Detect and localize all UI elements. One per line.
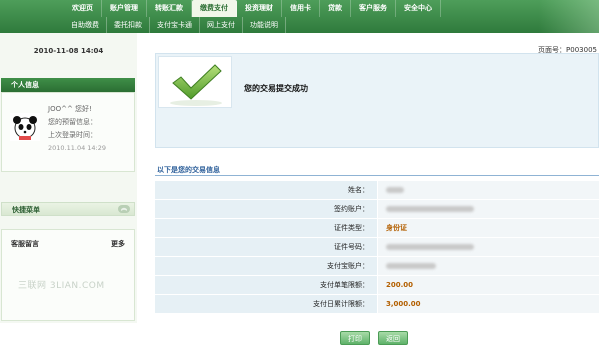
row-label: 支付单笔限额： (155, 276, 378, 294)
value-text: 3,000.00 (386, 300, 421, 308)
row-value (378, 181, 599, 199)
reserved-info-label: 您的预留信息： (48, 118, 97, 126)
row-label: 证件类型： (155, 219, 378, 237)
row-value (378, 257, 599, 275)
subnav-self-payment[interactable]: 自助缴费 (64, 17, 107, 33)
avatar (10, 113, 40, 141)
subnav-alipay-card[interactable]: 支付宝卡通 (150, 17, 200, 33)
row-label: 支付日累计限额： (155, 295, 378, 313)
table-row: 支付宝账户： (155, 257, 599, 276)
value-text: 200.00 (386, 281, 414, 289)
nav-credit-card[interactable]: 信用卡 (282, 0, 320, 17)
watermark: 三联网 3LIAN.COM (18, 281, 105, 291)
row-label: 姓名： (155, 181, 378, 199)
row-label: 支付宝账户： (155, 257, 378, 275)
nav-customer-service[interactable]: 客户服务 (351, 0, 396, 17)
last-login-label: 上次登录时间： (48, 131, 97, 139)
greeting: JOO^^ 您好! (48, 105, 92, 113)
masked-value (386, 206, 474, 212)
transaction-info-title: 以下是您的交易信息 (157, 166, 220, 174)
table-row: 签约账户： (155, 200, 599, 219)
nav-transfer[interactable]: 转账汇款 (147, 0, 192, 17)
row-value: 3,000.00 (378, 295, 599, 313)
subnav-auto-debit[interactable]: 委托扣款 (107, 17, 150, 33)
more-link[interactable]: 更多 (111, 239, 125, 249)
nav-loan[interactable]: 贷款 (320, 0, 351, 17)
table-row: 支付日累计限额： 3,000.00 (155, 295, 599, 314)
divider (155, 175, 599, 176)
checkmark-icon (170, 64, 222, 106)
masked-value (386, 244, 474, 250)
nav-account-management[interactable]: 账户管理 (102, 0, 147, 17)
nav-investment[interactable]: 投资理财 (237, 0, 282, 17)
user-info-text: JOO^^ 您好! 您的预留信息： 上次登录时间： 2010.11.04 14:… (48, 103, 106, 155)
personal-info-header: 个人信息 (1, 78, 135, 92)
row-value: 身份证 (378, 219, 599, 237)
transaction-info-table: 姓名： 签约账户： 证件类型： 身份证 证件号码： 支付宝账户： 支付单笔限额： 200.00… (155, 181, 599, 314)
table-row: 证件类型： 身份证 (155, 219, 599, 238)
row-label: 签约账户： (155, 200, 378, 218)
row-value (378, 238, 599, 256)
collapse-icon[interactable]: ︽ (118, 205, 130, 213)
success-icon-card (158, 56, 232, 108)
print-button[interactable]: 打印 (340, 331, 370, 345)
nav-payment[interactable]: 缴费支付 (192, 0, 237, 17)
table-row: 姓名： (155, 181, 599, 200)
row-value (378, 200, 599, 218)
nav-welcome[interactable]: 欢迎页 (64, 0, 102, 17)
table-row: 证件号码： (155, 238, 599, 257)
back-button[interactable]: 返回 (378, 331, 408, 345)
row-label: 证件号码： (155, 238, 378, 256)
table-row: 支付单笔限额： 200.00 (155, 276, 599, 295)
masked-value (386, 187, 404, 193)
customer-message-panel: 客服留言 更多 (1, 229, 135, 321)
customer-message-title: 客服留言 (11, 240, 39, 248)
personal-info-panel: JOO^^ 您好! 您的预留信息： 上次登录时间： 2010.11.04 14:… (1, 92, 135, 172)
masked-value (386, 263, 436, 269)
quick-menu-label: 快捷菜单 (12, 206, 40, 214)
success-message: 您的交易提交成功 (244, 84, 308, 93)
subnav-help[interactable]: 功能说明 (243, 17, 286, 33)
quick-menu-header[interactable]: 快捷菜单 ︽ (1, 202, 135, 216)
row-value: 200.00 (378, 276, 599, 294)
value-text: 身份证 (386, 224, 407, 232)
last-login-time: 2010.11.04 14:29 (48, 144, 107, 152)
main-nav: 欢迎页 账户管理 转账汇款 缴费支付 投资理财 信用卡 贷款 客户服务 安全中心 (64, 0, 441, 17)
sub-nav: 自助缴费 委托扣款 支付宝卡通 网上支付 功能说明 (64, 17, 286, 33)
subnav-online-payment[interactable]: 网上支付 (200, 17, 243, 33)
top-navigation-bar: 欢迎页 账户管理 转账汇款 缴费支付 投资理财 信用卡 贷款 客户服务 安全中心… (0, 0, 599, 33)
success-panel: 您的交易提交成功 (155, 53, 599, 148)
current-datetime: 2010-11-08 14:04 (33, 47, 104, 55)
nav-security-center[interactable]: 安全中心 (396, 0, 441, 17)
